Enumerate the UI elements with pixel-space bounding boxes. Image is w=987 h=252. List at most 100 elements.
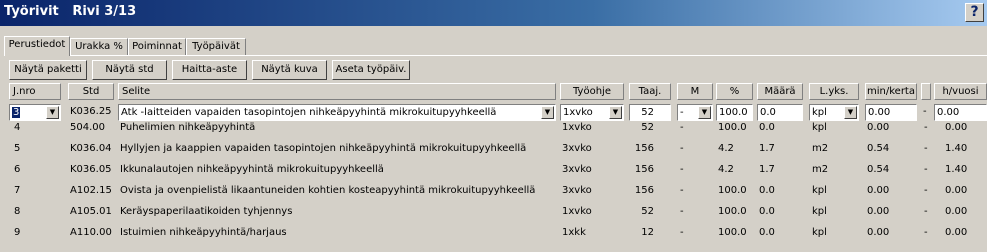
col-header-selite[interactable]: Selite [118,83,556,100]
cell-jnro: 6 [14,164,21,175]
table-row[interactable]: 8 A105.01 Keräyspaperilaatikoiden tyhjen… [0,204,987,224]
cell-taaj: 12 [641,227,654,238]
selite-select[interactable]: Atk -laitteiden vapaiden tasopintojen ni… [118,104,556,121]
cell-m: - [680,206,684,217]
cell-minkerta: 0.54 [867,143,890,154]
cell-std: A110.00 [70,227,112,238]
edit-dash: - [923,106,927,117]
table-row[interactable]: 4 504.00 Puhelimien nihkeäpyyhintä 1xvko… [0,120,987,140]
cell-minkerta: 0.54 [867,164,890,175]
tyoohje-value: 1xvko [563,107,593,118]
cell-dash: - [924,185,928,196]
tab-perustiedot[interactable]: Perustiedot [4,36,70,56]
table-row[interactable]: 5 K036.04 Hyllyjen ja kaappien vapaiden … [0,141,987,161]
cell-tyoohje: 1xvko [562,206,592,217]
minkerta-input[interactable]: 0.00 [865,104,917,121]
cell-taaj: 52 [641,122,654,133]
cell-std: A105.01 [70,206,112,217]
col-header-maara[interactable]: Määrä [757,83,803,100]
jnro-select[interactable]: 3 ▼ [9,104,61,121]
cell-dash: - [924,143,928,154]
m-select[interactable]: - ▼ [677,104,713,121]
table-row[interactable]: 7 A102.15 Ovista ja ovenpielistä likaant… [0,183,987,203]
cell-hvuosi: 0.00 [945,206,968,217]
lyks-dropdown-icon[interactable]: ▼ [844,106,857,119]
haitta-aste-button[interactable]: Haitta-aste [172,60,247,80]
lyks-value: kpl [812,107,827,118]
cell-dash: - [924,206,928,217]
col-header-tyoohje[interactable]: Työohje [560,83,624,100]
maara-input[interactable]: 0.0 [757,104,803,121]
tyoohje-dropdown-icon[interactable]: ▼ [609,106,622,119]
cell-lyks: kpl [812,206,827,217]
cell-minkerta: 0.00 [867,185,890,196]
show-package-button[interactable]: Näytä paketti [9,60,87,80]
selite-value: Atk -laitteiden vapaiden tasopintojen ni… [121,107,497,118]
cell-maara: 1.7 [759,164,775,175]
cell-selite: Ovista ja ovenpielistä likaantuneiden ko… [120,185,536,196]
col-header-jnro[interactable]: J.nro [9,83,61,100]
cell-maara: 0.0 [759,206,775,217]
jnro-dropdown-icon[interactable]: ▼ [46,106,59,119]
cell-selite: Istuimien nihkeäpyyhintä/harjaus [120,227,287,238]
cell-dash: - [924,164,928,175]
cell-hvuosi: 0.00 [945,122,968,133]
cell-maara: 1.7 [759,143,775,154]
cell-pct: 100.0 [718,122,747,133]
cell-std: K036.05 [70,164,112,175]
col-header-m[interactable]: M [677,83,713,100]
cell-maara: 0.0 [759,227,775,238]
lyks-select[interactable]: kpl ▼ [809,104,859,121]
table-row[interactable]: 9 A110.00 Istuimien nihkeäpyyhintä/harja… [0,225,987,245]
cell-jnro: 8 [14,206,21,217]
cell-tyoohje: 3xvko [562,143,592,154]
tab-tyopaivat[interactable]: Työpäivät [186,38,246,55]
col-header-std[interactable]: Std [68,83,114,100]
cell-lyks: m2 [812,143,829,154]
selite-dropdown-icon[interactable]: ▼ [541,106,554,119]
set-workday-button[interactable]: Aseta työpäiv. [332,60,410,80]
cell-m: - [680,143,684,154]
show-std-button[interactable]: Näytä std [92,60,167,80]
cell-lyks: kpl [812,185,827,196]
cell-pct: 4.2 [718,143,734,154]
cell-tyoohje: 3xvko [562,185,592,196]
cell-jnro: 7 [14,185,21,196]
cell-std: A102.15 [70,185,112,196]
window-title: Työrivit Rivi 3/13 [4,4,137,19]
col-header-lyks[interactable]: L.yks. [809,83,859,100]
cell-m: - [680,164,684,175]
cell-pct: 100.0 [718,185,747,196]
cell-taaj: 52 [641,206,654,217]
tyoohje-select[interactable]: 1xvko ▼ [560,104,624,121]
cell-dash: - [924,227,928,238]
col-header-taaj[interactable]: Taaj. [629,83,671,100]
col-header-pct[interactable]: % [716,83,753,100]
cell-minkerta: 0.00 [867,206,890,217]
cell-taaj: 156 [634,143,654,154]
show-image-button[interactable]: Näytä kuva [252,60,327,80]
std-value: K036.25 [70,106,112,117]
cell-std: 504.00 [70,122,105,133]
cell-pct: 4.2 [718,164,734,175]
cell-pct: 100.0 [718,227,747,238]
m-dropdown-icon[interactable]: ▼ [698,106,711,119]
cell-maara: 0.0 [759,122,775,133]
pct-input[interactable]: 100.0 [716,104,753,121]
cell-dash: - [924,122,928,133]
table-row[interactable]: 6 K036.05 Ikkunalautojen nihkeäpyyhintä … [0,162,987,182]
cell-minkerta: 0.00 [867,227,890,238]
hvuosi-input[interactable]: 0.00 [934,104,987,121]
help-button[interactable]: ? [965,3,984,22]
cell-selite: Ikkunalautojen nihkeäpyyhintä mikrokuitu… [120,164,384,175]
tab-urakka[interactable]: Urakka % [70,38,128,55]
cell-hvuosi: 0.00 [945,227,968,238]
taaj-input[interactable]: 52 [629,104,671,121]
cell-jnro: 4 [14,122,21,133]
col-header-hvuosi[interactable]: h/vuosi [934,83,987,100]
cell-selite: Puhelimien nihkeäpyyhintä [120,122,256,133]
col-header-minkerta[interactable]: min/kerta [865,83,917,100]
col-header-spacer [921,83,931,100]
tab-poiminnat[interactable]: Poiminnat [128,38,186,55]
title-bar: Työrivit Rivi 3/13 ? [0,0,987,26]
